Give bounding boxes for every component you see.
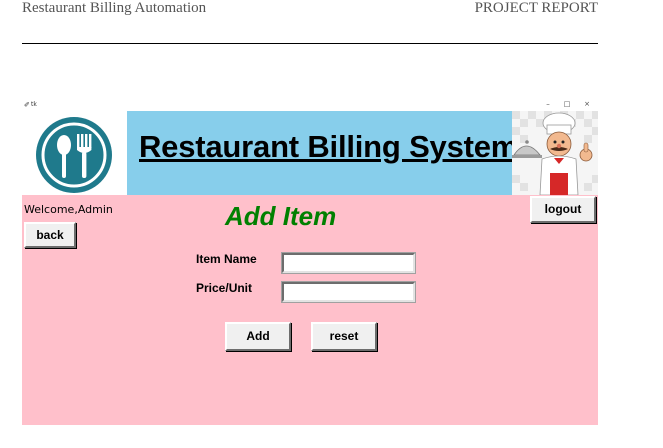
window-title: tk [31, 101, 37, 108]
app-banner: Restaurant Billing System [22, 111, 598, 195]
document-header-rule [22, 43, 598, 44]
close-button[interactable]: × [581, 100, 593, 108]
page-title: Add Item [225, 201, 337, 231]
logout-button[interactable]: logout [530, 196, 596, 223]
app-window: ✐ tk – □ × Restaurant Billing System Wel… [22, 100, 598, 425]
chef-mascot-panel [512, 111, 598, 195]
reset-button[interactable]: reset [311, 322, 377, 351]
fork-spoon-logo-icon [36, 117, 112, 193]
document-header-report: PROJECT REPORT [474, 0, 598, 16]
maximize-button[interactable]: □ [561, 100, 573, 108]
window-titlebar: ✐ tk – □ × [22, 100, 598, 111]
feather-icon: ✐ [24, 101, 30, 109]
banner-title: Restaurant Billing System [139, 129, 519, 164]
price-unit-input[interactable] [281, 281, 416, 303]
add-button[interactable]: Add [225, 322, 291, 351]
logo-panel [22, 111, 127, 195]
price-unit-label: Price/Unit [196, 281, 253, 295]
minimize-button[interactable]: – [542, 100, 554, 108]
item-name-label: Item Name [196, 252, 257, 266]
chef-mascot-icon [512, 111, 598, 195]
welcome-text: Welcome,Admin [24, 203, 113, 216]
item-name-input[interactable] [281, 252, 416, 274]
back-button[interactable]: back [24, 222, 76, 248]
document-header-title: Restaurant Billing Automation [22, 0, 207, 16]
